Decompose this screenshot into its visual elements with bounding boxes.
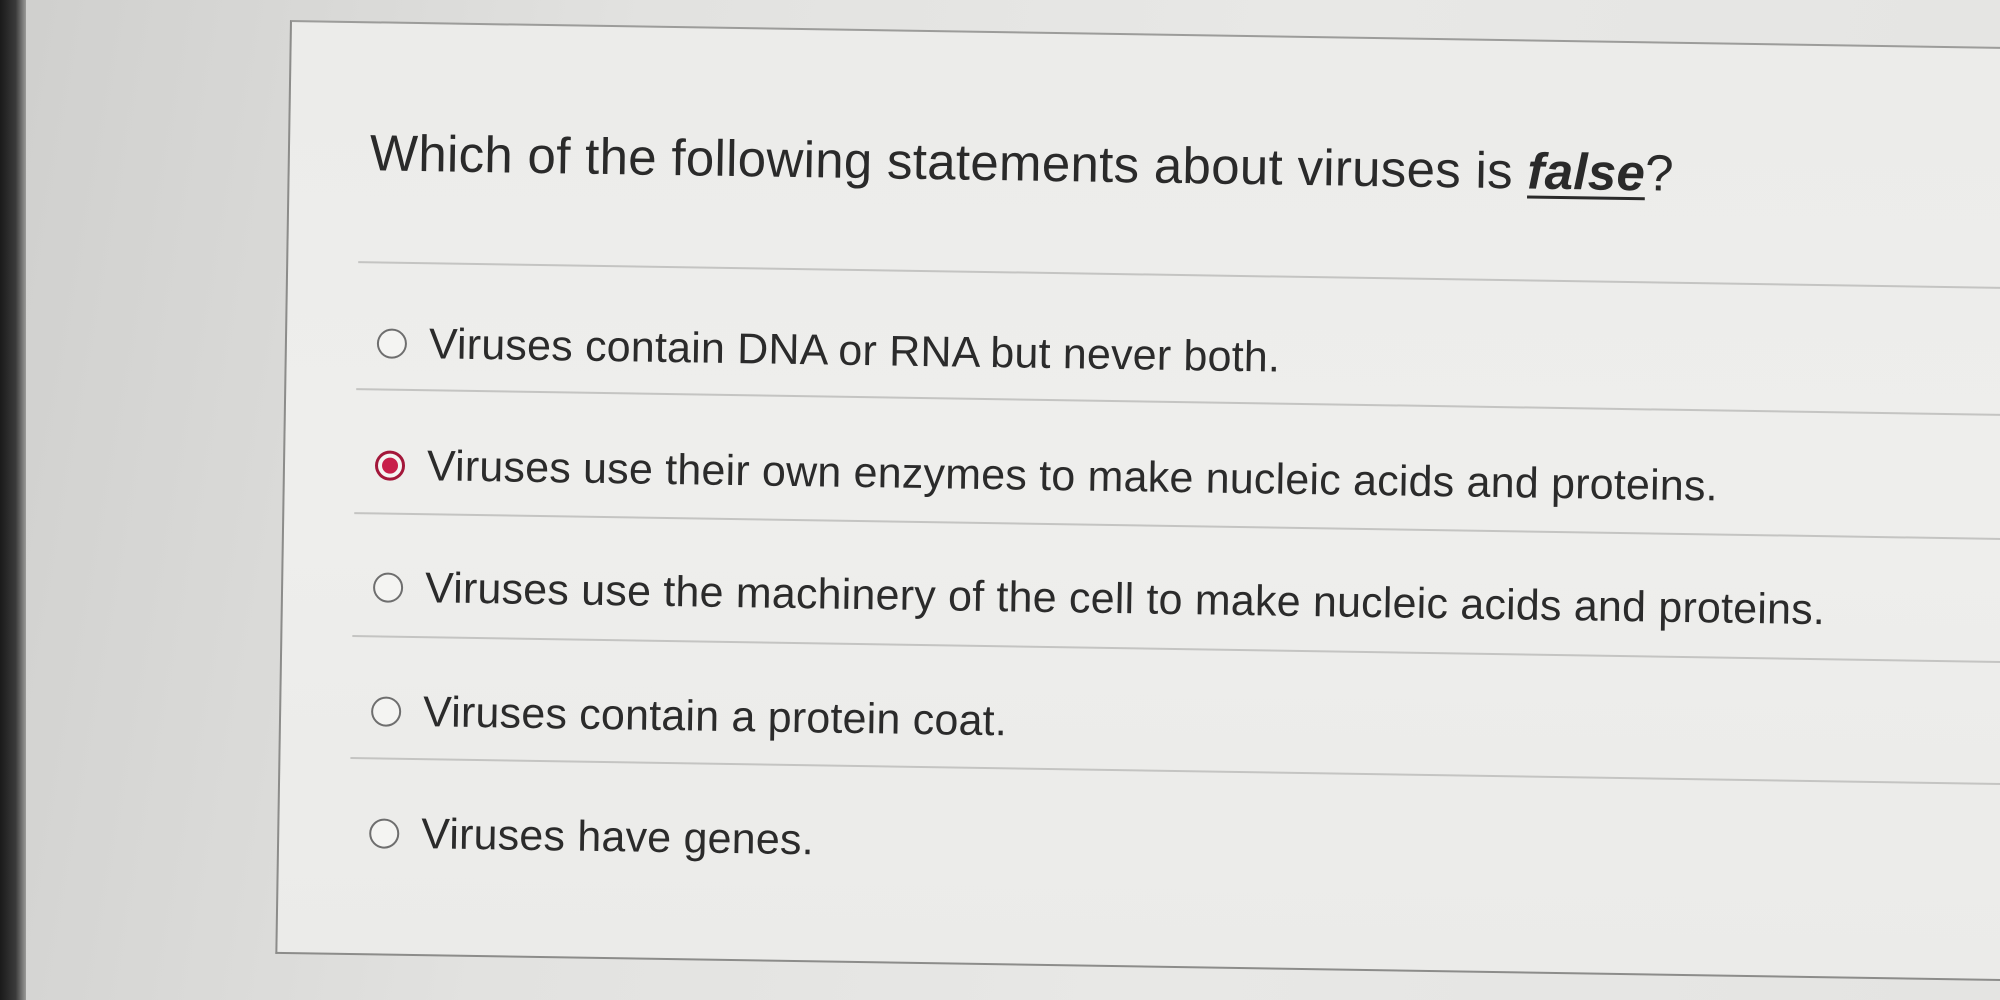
answer-option-3[interactable]: Viruses use the machinery of the cell to… [372,557,1826,640]
radio-button-icon[interactable] [376,328,408,359]
question-card: Which of the following statements about … [275,20,2000,982]
divider [352,635,2000,664]
answer-option-4[interactable]: Viruses contain a protein coat. [370,681,1008,751]
divider [356,388,2000,417]
answer-option-label: Viruses contain DNA or RNA but never bot… [428,319,1281,382]
screen-background: Which of the following statements about … [0,0,2000,1000]
question-text: Which of the following statements about … [369,123,1674,202]
question-text-after: ? [1644,144,1675,202]
radio-button-selected-icon[interactable] [374,450,406,481]
monitor-bezel [0,0,26,1000]
answer-option-label: Viruses have genes. [420,809,815,864]
divider [358,261,2000,290]
question-emphasis: false [1527,142,1646,202]
answer-option-2[interactable]: Viruses use their own enzymes to make nu… [374,435,1719,516]
question-text-before: Which of the following statements about … [369,124,1528,200]
divider [350,757,2000,786]
answer-option-label: Viruses contain a protein coat. [422,687,1008,745]
divider [354,512,2000,541]
radio-button-icon[interactable] [368,818,400,849]
radio-button-icon[interactable] [370,696,402,727]
radio-button-icon[interactable] [372,572,404,603]
answer-option-label: Viruses use their own enzymes to make nu… [426,441,1719,510]
answer-option-1[interactable]: Viruses contain DNA or RNA but never bot… [376,313,1281,387]
answer-option-5[interactable]: Viruses have genes. [368,803,815,870]
answer-option-label: Viruses use the machinery of the cell to… [424,563,1826,634]
